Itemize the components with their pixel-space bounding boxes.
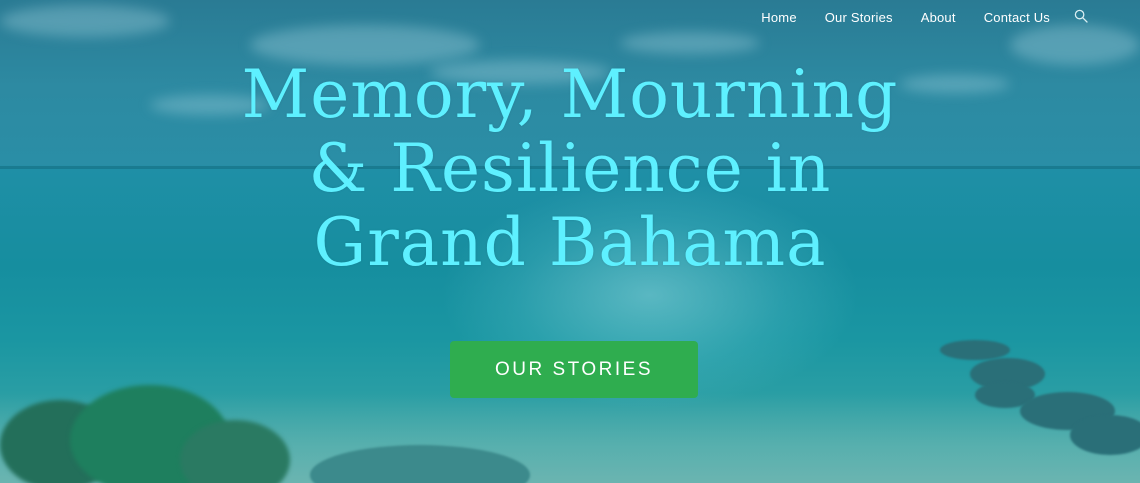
- search-icon[interactable]: [1074, 9, 1090, 25]
- nav-our-stories[interactable]: Our Stories: [825, 10, 893, 26]
- cloud: [0, 5, 170, 37]
- hero-title-line-2: & Resilience in: [308, 130, 832, 207]
- nav-home[interactable]: Home: [761, 10, 796, 26]
- our-stories-button[interactable]: OUR STORIES: [450, 341, 698, 398]
- nav-contact-us[interactable]: Contact Us: [984, 10, 1050, 26]
- rock: [1070, 415, 1140, 455]
- hero-title-line-1: Memory, Mourning: [241, 56, 899, 133]
- nav-about[interactable]: About: [921, 10, 956, 26]
- hero-title-line-3: Grand Bahama: [313, 204, 827, 281]
- main-navigation: Home Our Stories About Contact Us: [733, 10, 1050, 26]
- cloud: [620, 32, 760, 54]
- hero-title: Memory, Mourning & Resilience in Grand B…: [0, 58, 1140, 280]
- rock: [940, 340, 1010, 360]
